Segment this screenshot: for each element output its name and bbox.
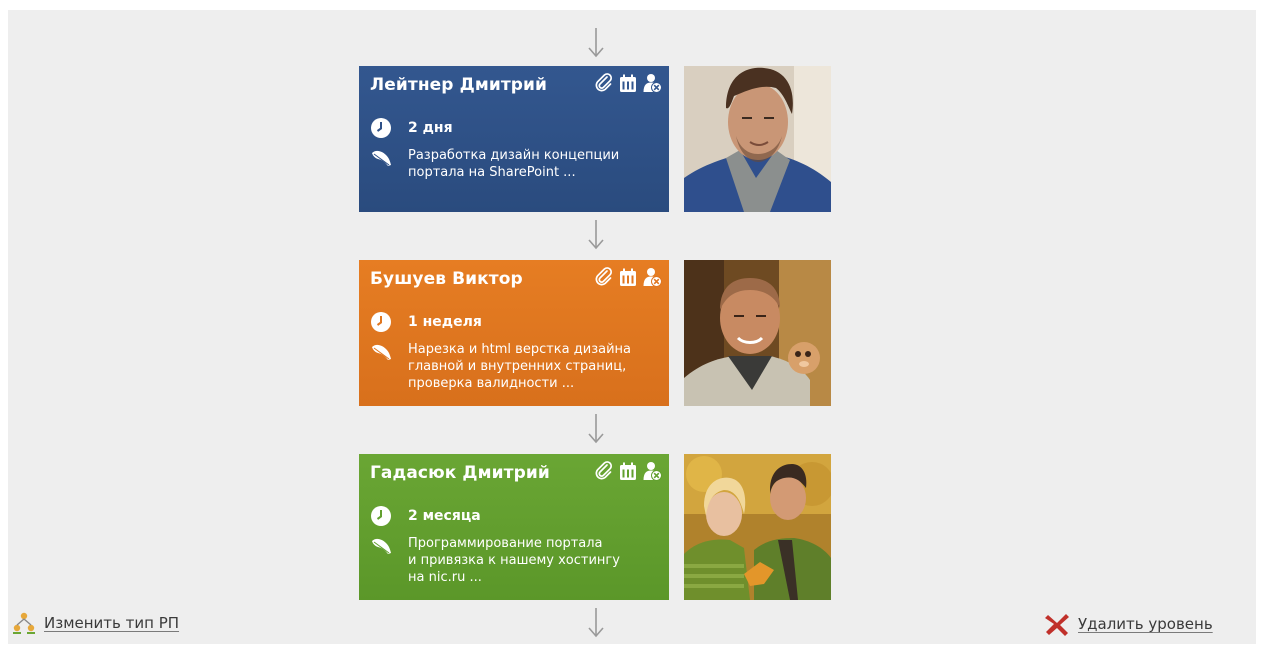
feather-icon [372,150,391,166]
remove-user-icon[interactable] [642,73,662,93]
task-description: Нарезка и html верстка дизайна главной и… [408,342,631,391]
task-card[interactable]: Лейтнер Дмитрий 2 дня Разработка дизайн … [359,66,669,212]
paperclip-icon[interactable] [594,267,614,287]
paperclip-icon[interactable] [594,461,614,481]
delete-level-link[interactable]: Удалить уровень [1044,612,1213,636]
clock-icon [371,118,391,138]
description-row: Нарезка и html верстка дизайна главной и… [370,341,660,392]
down-arrow-icon [588,414,604,444]
duration-value: 2 дня [408,120,453,136]
remove-user-icon[interactable] [642,461,662,481]
calendar-icon[interactable] [618,267,638,287]
duration-row: 2 месяца [370,505,660,527]
description-row: Программирование портала и привязка к на… [370,535,660,586]
calendar-icon[interactable] [618,461,638,481]
duration-row: 2 дня [370,117,660,139]
assignee-photo [684,260,831,406]
assignee-photo [684,454,831,600]
remove-user-icon[interactable] [642,267,662,287]
paperclip-icon[interactable] [594,73,614,93]
task-card[interactable]: Гадасюк Дмитрий 2 месяца Программировани… [359,454,669,600]
card-actions [594,267,662,287]
clock-icon [371,312,391,332]
description-row: Разработка дизайн концепции портала на S… [370,147,660,181]
duration-value: 1 неделя [408,314,482,330]
down-arrow-icon [588,28,604,58]
hierarchy-icon [13,612,35,634]
change-type-label: Изменить тип РП [44,614,180,632]
assignee-name: Гадасюк Дмитрий [370,463,550,483]
change-type-link[interactable]: Изменить тип РП [12,612,179,634]
down-arrow-icon [588,220,604,250]
card-actions [594,461,662,481]
card-actions [594,73,662,93]
assignee-photo [684,66,831,212]
assignee-name: Лейтнер Дмитрий [370,75,548,95]
feather-icon [372,344,391,360]
assignee-name: Бушуев Виктор [370,269,523,289]
duration-row: 1 неделя [370,311,660,333]
calendar-icon[interactable] [618,73,638,93]
task-card[interactable]: Бушуев Виктор 1 неделя Нарезка и html ве… [359,260,669,406]
down-arrow-icon [588,608,604,638]
task-description: Разработка дизайн концепции портала на S… [408,148,620,180]
delete-level-label: Удалить уровень [1078,615,1213,633]
feather-icon [372,538,391,554]
duration-value: 2 месяца [408,508,481,524]
delete-icon [1045,614,1069,636]
task-description: Программирование портала и привязка к на… [408,536,620,585]
clock-icon [371,506,391,526]
